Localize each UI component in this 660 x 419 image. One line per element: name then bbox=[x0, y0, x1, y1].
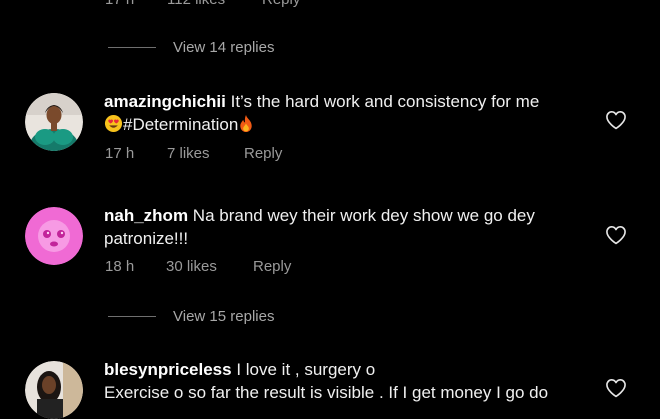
comment-text-line1: Na brand wey their work dey show we go d… bbox=[192, 206, 535, 225]
avatar[interactable] bbox=[25, 207, 83, 265]
comment-text-line2: #Determination bbox=[123, 115, 239, 134]
comment-text-line2: patronize!!! bbox=[104, 229, 189, 248]
avatar-photo bbox=[25, 361, 83, 419]
fire-emoji-icon bbox=[238, 114, 254, 139]
heart-eyes-emoji-icon bbox=[104, 114, 123, 139]
comment-body: nah_zhom Na brand wey their work dey sho… bbox=[104, 204, 574, 250]
comment-likes[interactable]: 30 likes bbox=[166, 258, 217, 275]
view-replies-button[interactable]: View 14 replies bbox=[108, 37, 274, 57]
heart-icon[interactable] bbox=[605, 378, 627, 398]
comment-body: blesynpriceless I love it , surgery o Ex… bbox=[104, 358, 574, 404]
avatar[interactable] bbox=[25, 361, 83, 419]
comment-text-line2: Exercise o so far the result is visible … bbox=[104, 383, 549, 402]
comment-username[interactable]: blesynpriceless bbox=[104, 360, 232, 379]
replies-divider-line bbox=[108, 315, 156, 317]
avatar[interactable] bbox=[25, 93, 83, 151]
comment-time: 17 h bbox=[105, 145, 135, 162]
comment-username[interactable]: amazingchichii bbox=[104, 92, 226, 111]
comment-time: 18 h bbox=[105, 258, 135, 275]
comment-text-line1: I love it , surgery o bbox=[236, 360, 376, 379]
comment-text-line1: It’s the hard work and consistency for m… bbox=[230, 92, 540, 111]
avatar-photo bbox=[25, 207, 83, 265]
comment-username[interactable]: nah_zhom bbox=[104, 206, 188, 225]
view-replies-label: View 14 replies bbox=[173, 38, 275, 56]
comment-body: amazingchichii It’s the hard work and co… bbox=[104, 90, 574, 139]
comment-likes[interactable]: 7 likes bbox=[167, 145, 210, 162]
comment-time: 17 h bbox=[105, 0, 134, 8]
heart-icon[interactable] bbox=[605, 225, 627, 245]
view-replies-button[interactable]: View 15 replies bbox=[108, 306, 274, 326]
reply-button[interactable]: Reply bbox=[262, 0, 300, 8]
avatar-photo bbox=[25, 93, 83, 151]
replies-divider-line bbox=[108, 46, 156, 48]
reply-button[interactable]: Reply bbox=[244, 145, 282, 162]
reply-button[interactable]: Reply bbox=[253, 258, 291, 275]
comment-likes[interactable]: 112 likes bbox=[167, 0, 225, 8]
view-replies-label: View 15 replies bbox=[173, 307, 275, 325]
heart-icon[interactable] bbox=[605, 110, 627, 130]
